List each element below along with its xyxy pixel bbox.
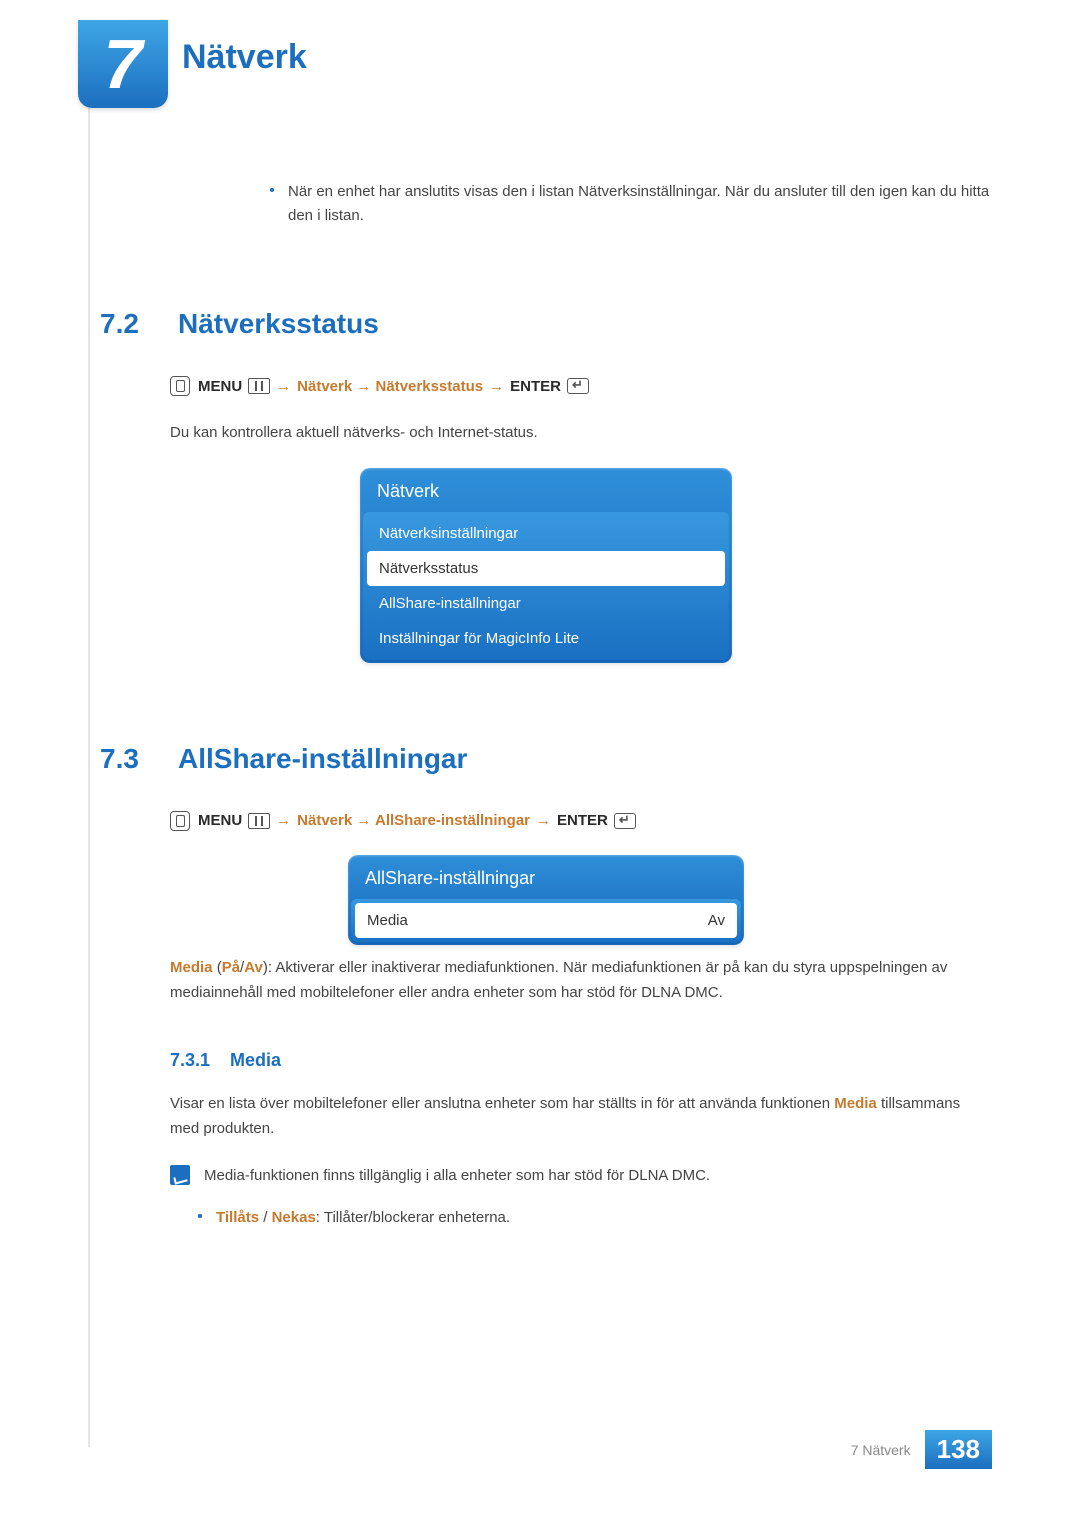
chapter-number: 7 — [104, 29, 143, 99]
allow-label: Tillåts — [216, 1209, 259, 1226]
note-row: Media-funktionen finns tillgänglig i all… — [170, 1164, 992, 1188]
heading-7-3: 7.3 AllShare-inställningar — [100, 743, 992, 775]
allshare-menu-panel: AllShare-inställningar Media Av — [348, 855, 744, 945]
side-rule — [88, 30, 90, 1447]
line1-bold: Media — [834, 1095, 877, 1112]
media-desc-tail: ): Aktiverar eller inaktiverar mediafunk… — [170, 959, 947, 1002]
section-title: Nätverksstatus — [178, 308, 379, 340]
on-label: På — [222, 959, 240, 976]
menu-icon — [248, 813, 270, 829]
enter-icon — [614, 813, 636, 829]
sec73-media-desc: Media (På/Av): Aktiverar eller inaktiver… — [170, 955, 992, 1006]
network-menu-panel: Nätverk Nätverksinställningar Nätverksst… — [360, 468, 732, 663]
bullet-icon — [270, 188, 274, 192]
menu-label: MENU — [198, 378, 242, 395]
arrow: → — [536, 812, 551, 829]
sep: / — [259, 1209, 272, 1226]
remote-icon — [170, 376, 190, 396]
note-text: Media-funktionen finns tillgänglig i all… — [204, 1164, 710, 1188]
bullet-icon — [198, 1214, 202, 1218]
note-icon — [170, 1165, 190, 1185]
page-content: När en enhet har anslutits visas den i l… — [100, 180, 992, 1244]
deny-label: Nekas — [272, 1209, 316, 1226]
arrow: → — [276, 378, 291, 395]
section-number: 7.3.1 — [170, 1050, 230, 1071]
intro-bullet-text: När en enhet har anslutits visas den i l… — [288, 180, 992, 228]
panel-title: AllShare-inställningar — [351, 858, 741, 899]
page-footer: 7 Nätverk 138 — [851, 1430, 992, 1469]
panel-body: Media Av — [351, 899, 741, 942]
footer-text: 7 Nätverk — [851, 1442, 911, 1458]
section-title: AllShare-inställningar — [178, 743, 467, 775]
menu-path: Nätverk → Nätverksstatus — [297, 378, 483, 395]
panel-body: Nätverksinställningar Nätverksstatus All… — [363, 512, 729, 660]
media-bold: Media — [170, 959, 213, 976]
heading-7-3-1: 7.3.1 Media — [170, 1050, 992, 1071]
menu-label: MENU — [198, 812, 242, 829]
line1-pre: Visar en lista över mobiltelefoner eller… — [170, 1095, 834, 1112]
enter-label: ENTER — [557, 812, 608, 829]
menu-icon — [248, 378, 270, 394]
allow-deny-text: Tillåts / Nekas: Tillåter/blockerar enhe… — [216, 1206, 510, 1230]
sec731-line1: Visar en lista över mobiltelefoner eller… — [170, 1091, 992, 1142]
nav-path-7-2: MENU → Nätverk → Nätverksstatus → ENTER — [170, 376, 992, 396]
section-number: 7.3 — [100, 743, 178, 775]
menu-item-network-status[interactable]: Nätverksstatus — [367, 551, 725, 586]
panel-title: Nätverk — [363, 471, 729, 512]
page-number: 138 — [925, 1430, 992, 1469]
bullet-tail: : Tillåter/blockerar enheterna. — [316, 1209, 510, 1226]
menu-item-value: Av — [708, 912, 725, 929]
section-title: Media — [230, 1050, 281, 1071]
menu-item-media[interactable]: Media Av — [355, 903, 737, 938]
enter-label: ENTER — [510, 378, 561, 395]
enter-icon — [567, 378, 589, 394]
heading-7-2: 7.2 Nätverksstatus — [100, 308, 992, 340]
menu-path: Nätverk → AllShare-inställningar — [297, 812, 530, 829]
remote-icon — [170, 811, 190, 831]
section-number: 7.2 — [100, 308, 178, 340]
arrow: → — [276, 812, 291, 829]
menu-item-network-settings[interactable]: Nätverksinställningar — [367, 516, 725, 551]
sec72-desc: Du kan kontrollera aktuell nätverks- och… — [170, 420, 992, 446]
chapter-tab: 7 — [78, 20, 168, 108]
arrow: → — [489, 378, 504, 395]
off-label: Av — [244, 959, 263, 976]
nav-path-7-3: MENU → Nätverk → AllShare-inställningar … — [170, 811, 992, 831]
intro-bullet: När en enhet har anslutits visas den i l… — [270, 180, 992, 228]
chapter-title: Nätverk — [182, 38, 307, 77]
menu-item-label: Media — [367, 912, 408, 929]
menu-item-magicinfo[interactable]: Inställningar för MagicInfo Lite — [367, 621, 725, 656]
menu-item-allshare[interactable]: AllShare-inställningar — [367, 586, 725, 621]
allow-deny-bullet: Tillåts / Nekas: Tillåter/blockerar enhe… — [198, 1206, 992, 1230]
